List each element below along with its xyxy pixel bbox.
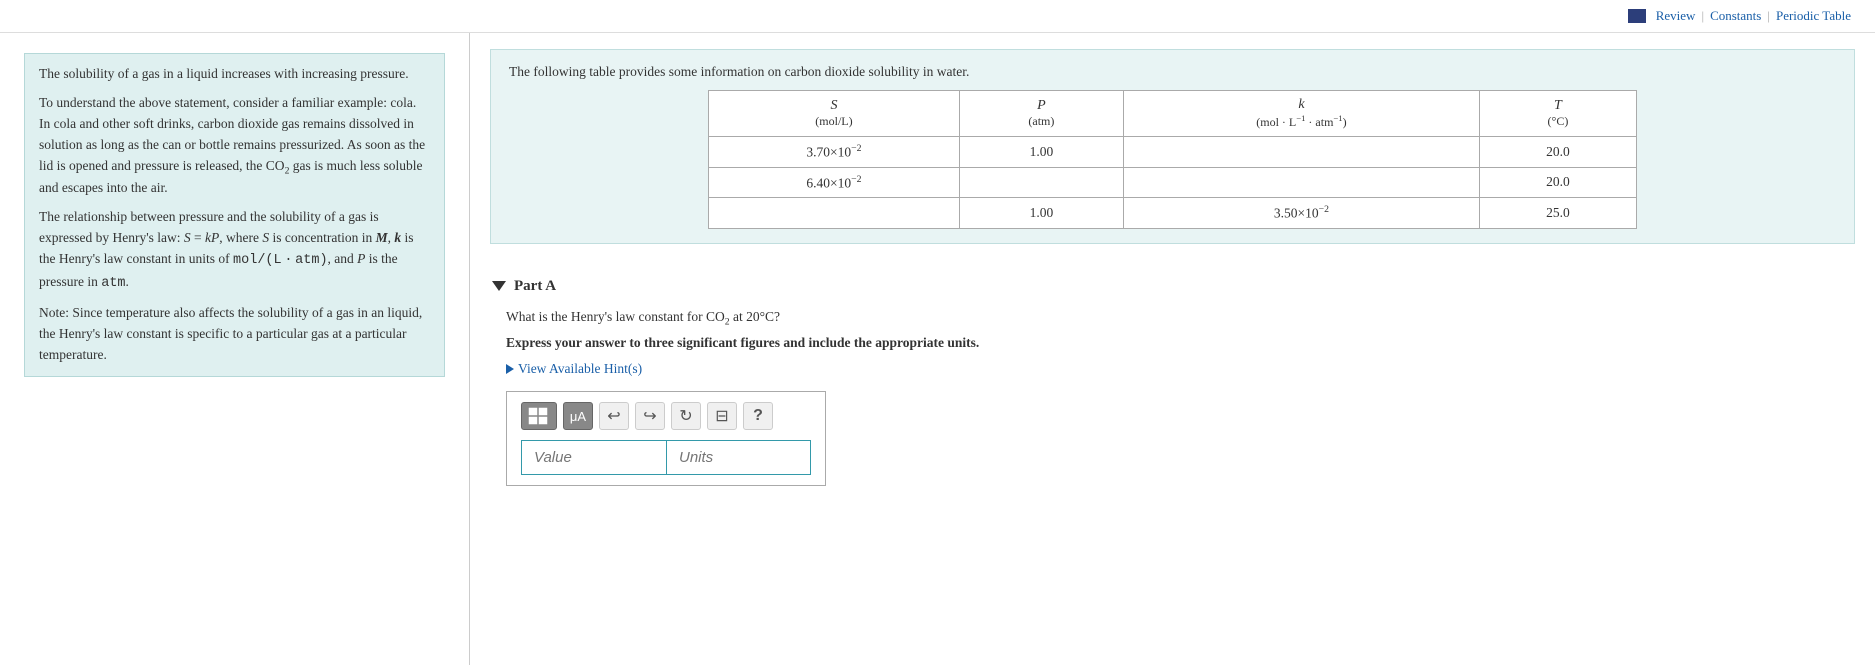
question-text: What is the Henry's law constant for CO2… — [506, 309, 1851, 328]
keyboard-button[interactable]: ⊟ — [707, 402, 737, 430]
undo-button[interactable]: ↩ — [599, 402, 629, 430]
review-icon — [1628, 9, 1646, 23]
help-icon: ? — [753, 407, 763, 425]
cell-T3: 25.0 — [1479, 198, 1636, 229]
cell-T1: 20.0 — [1479, 137, 1636, 168]
hint-link[interactable]: View Available Hint(s) — [506, 361, 1851, 377]
mu-button[interactable]: μA — [563, 402, 593, 430]
question-instruction: Express your answer to three significant… — [506, 335, 1851, 351]
table-row: 3.70×10−2 1.00 20.0 — [709, 137, 1637, 168]
refresh-icon: ↻ — [679, 406, 692, 426]
info-box: The following table provides some inform… — [490, 49, 1855, 244]
periodic-table-link[interactable]: Periodic Table — [1776, 8, 1851, 24]
right-panel: The following table provides some inform… — [470, 33, 1875, 665]
part-a-label: Part A — [514, 278, 556, 295]
refresh-button[interactable]: ↻ — [671, 402, 701, 430]
cell-P3: 1.00 — [959, 198, 1123, 229]
input-row — [521, 440, 811, 475]
answer-box: μA ↩ ↪ ↻ ⊟ ? — [506, 391, 826, 486]
value-input[interactable] — [521, 440, 666, 475]
review-link[interactable]: Review — [1656, 8, 1696, 24]
left-panel: The solubility of a gas in a liquid incr… — [0, 33, 470, 665]
sep1: | — [1701, 8, 1704, 24]
left-para1: The solubility of a gas in a liquid incr… — [39, 64, 430, 85]
redo-button[interactable]: ↪ — [635, 402, 665, 430]
data-table: S (mol/L) P (atm) k (mol · L−1 · atm−1) — [708, 90, 1637, 229]
grid-icon — [528, 407, 550, 425]
cell-T2: 20.0 — [1479, 167, 1636, 198]
cell-k2 — [1123, 167, 1479, 198]
cell-k3: 3.50×10−2 — [1123, 198, 1479, 229]
units-input[interactable] — [666, 440, 811, 475]
cell-k1 — [1123, 137, 1479, 168]
help-button[interactable]: ? — [743, 402, 773, 430]
top-bar: Review | Constants | Periodic Table — [0, 0, 1875, 33]
col-header-T: T (°C) — [1479, 91, 1636, 137]
cell-S2: 6.40×10−2 — [709, 167, 960, 198]
sep2: | — [1767, 8, 1770, 24]
grid-button[interactable] — [521, 402, 557, 430]
answer-toolbar: μA ↩ ↪ ↻ ⊟ ? — [521, 402, 811, 430]
part-a-header[interactable]: Part A — [494, 278, 1851, 295]
info-intro: The following table provides some inform… — [509, 64, 1836, 80]
cell-P2 — [959, 167, 1123, 198]
table-row: 1.00 3.50×10−2 25.0 — [709, 198, 1637, 229]
undo-icon: ↩ — [607, 406, 620, 426]
keyboard-icon: ⊟ — [715, 406, 728, 426]
table-row: 6.40×10−2 20.0 — [709, 167, 1637, 198]
cell-S3 — [709, 198, 960, 229]
hint-arrow-icon — [506, 364, 514, 374]
redo-icon: ↪ — [643, 406, 656, 426]
left-para3: The relationship between pressure and th… — [39, 207, 430, 295]
col-header-S: S (mol/L) — [709, 91, 960, 137]
collapse-triangle — [492, 281, 506, 291]
cell-S1: 3.70×10−2 — [709, 137, 960, 168]
col-header-P: P (atm) — [959, 91, 1123, 137]
hint-label: View Available Hint(s) — [518, 361, 642, 377]
left-para4: Note: Since temperature also affects the… — [39, 303, 430, 366]
col-header-k: k (mol · L−1 · atm−1) — [1123, 91, 1479, 137]
mu-label: μA — [570, 409, 586, 424]
constants-link[interactable]: Constants — [1710, 8, 1761, 24]
left-para2: To understand the above statement, consi… — [39, 93, 430, 199]
part-a-section: Part A What is the Henry's law constant … — [470, 260, 1875, 505]
cell-P1: 1.00 — [959, 137, 1123, 168]
